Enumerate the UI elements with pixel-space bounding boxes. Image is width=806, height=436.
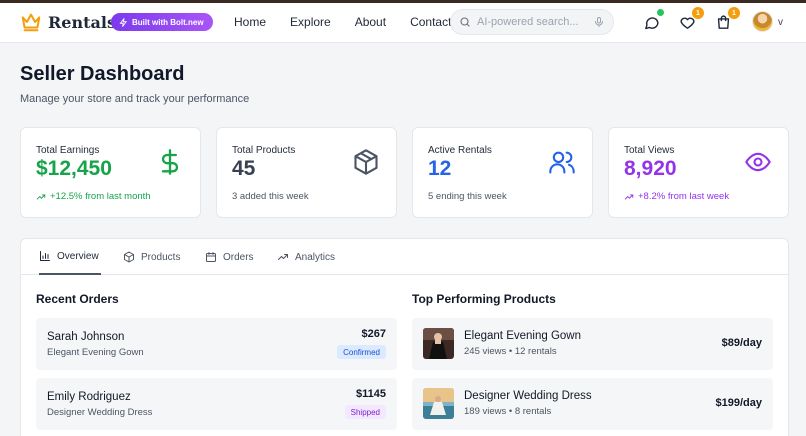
nav-link-about[interactable]: About [355, 15, 386, 29]
stat-value: 8,920 [624, 157, 677, 180]
stat-value: 12 [428, 157, 452, 180]
order-price: $1145 [356, 388, 386, 400]
tab-label: Overview [57, 250, 99, 262]
calendar-icon [206, 252, 216, 262]
nav-link-home[interactable]: Home [234, 15, 266, 29]
tab-orders[interactable]: Orders [205, 239, 254, 275]
search-input[interactable] [477, 16, 593, 28]
stat-card-products: Total Products 45 3 added this week [216, 127, 397, 218]
cart-count-badge: 1 [728, 7, 740, 19]
product-row[interactable]: Elegant Evening Gown 245 views • 12 rent… [412, 318, 773, 370]
product-price: $89/day [721, 337, 762, 349]
product-stats: 245 views • 12 rentals [464, 346, 557, 357]
product-thumbnail [423, 328, 454, 359]
product-row[interactable]: Designer Wedding Dress 189 views • 8 ren… [412, 378, 773, 430]
stat-note: +8.2% from last week [624, 191, 729, 202]
eye-icon [745, 152, 771, 172]
top-products-title: Top Performing Products [412, 292, 556, 306]
stat-label: Total Views [624, 145, 675, 156]
wishlist-count-badge: 1 [692, 7, 704, 19]
tab-label: Products [141, 251, 181, 263]
stat-label: Total Earnings [36, 145, 100, 156]
product-name: Designer Wedding Dress [464, 390, 592, 402]
product-thumbnail [423, 388, 454, 419]
bolt-icon [119, 17, 128, 27]
built-with-bolt-badge[interactable]: Built with Bolt.new [111, 13, 213, 31]
user-menu-label[interactable]: v [778, 17, 783, 28]
bar-chart-icon [40, 251, 50, 261]
users-icon [549, 151, 575, 174]
chat-button[interactable] [641, 9, 664, 32]
stat-note: 3 added this week [232, 191, 309, 202]
microphone-icon[interactable] [593, 16, 605, 28]
stat-note-text: +8.2% from last week [638, 191, 730, 202]
nav-link-explore[interactable]: Explore [290, 15, 331, 29]
package-icon [124, 251, 134, 263]
tab-label: Analytics [295, 251, 336, 263]
tab-products[interactable]: Products [123, 239, 180, 275]
page-title: Seller Dashboard [20, 63, 185, 85]
order-product: Designer Wedding Dress [47, 407, 153, 418]
order-customer: Sarah Johnson [47, 331, 125, 343]
tab-overview[interactable]: Overview [39, 239, 101, 275]
recent-orders-title: Recent Orders [36, 292, 119, 306]
navbar: Rentals Built with Bolt.new Home Explore… [0, 3, 806, 43]
dollar-icon [161, 149, 179, 175]
stat-value: 45 [232, 157, 256, 180]
stat-note: 5 ending this week [428, 191, 507, 202]
stat-label: Active Rentals [428, 145, 492, 156]
trending-up-icon [278, 254, 288, 260]
brand-name: Rentals [48, 12, 116, 32]
order-row[interactable]: Emily Rodriguez Designer Wedding Dress $… [36, 378, 397, 430]
search-icon [460, 17, 470, 27]
cart-button[interactable]: 1 [713, 7, 740, 32]
dashboard-panel: Overview Products Orders Analytics Recen… [20, 238, 789, 436]
stat-value: $12,450 [36, 157, 112, 180]
trending-up-icon [36, 193, 46, 200]
stat-card-rentals: Active Rentals 12 5 ending this week [412, 127, 593, 218]
order-row[interactable]: Sarah Johnson Elegant Evening Gown $267 … [36, 318, 397, 370]
status-badge: Shipped [344, 405, 386, 419]
tab-label: Orders [223, 251, 254, 263]
stat-note-text: 3 added this week [232, 191, 309, 202]
tab-analytics[interactable]: Analytics [277, 239, 335, 275]
page-subtitle: Manage your store and track your perform… [20, 93, 250, 105]
nav-link-contact[interactable]: Contact [410, 15, 451, 29]
status-badge: Confirmed [337, 345, 386, 359]
search-bar [450, 9, 614, 35]
stat-label: Total Products [232, 145, 296, 156]
stat-card-earnings: Total Earnings $12,450 +12.5% from last … [20, 127, 201, 218]
stat-note-text: +12.5% from last month [50, 191, 151, 202]
order-product: Elegant Evening Gown [47, 347, 144, 358]
online-indicator [657, 9, 664, 16]
avatar[interactable] [752, 11, 773, 32]
bolt-badge-label: Built with Bolt.new [132, 17, 204, 27]
wishlist-button[interactable]: 1 [677, 7, 704, 32]
stat-card-views: Total Views 8,920 +8.2% from last week [608, 127, 789, 218]
tab-bar: Overview Products Orders Analytics [21, 239, 788, 275]
package-icon [354, 149, 378, 175]
trending-up-icon [624, 193, 634, 200]
crown-icon [21, 13, 41, 32]
order-price: $267 [361, 328, 386, 340]
brand-logo[interactable]: Rentals [20, 11, 116, 33]
nav-links: Home Explore About Contact [234, 15, 475, 29]
product-stats: 189 views • 8 rentals [464, 406, 552, 417]
product-price: $199/day [715, 397, 762, 409]
order-customer: Emily Rodriguez [47, 391, 131, 403]
stat-note: +12.5% from last month [36, 191, 151, 202]
product-name: Elegant Evening Gown [464, 330, 581, 342]
stat-note-text: 5 ending this week [428, 191, 507, 202]
chat-bubble-icon [644, 16, 659, 29]
